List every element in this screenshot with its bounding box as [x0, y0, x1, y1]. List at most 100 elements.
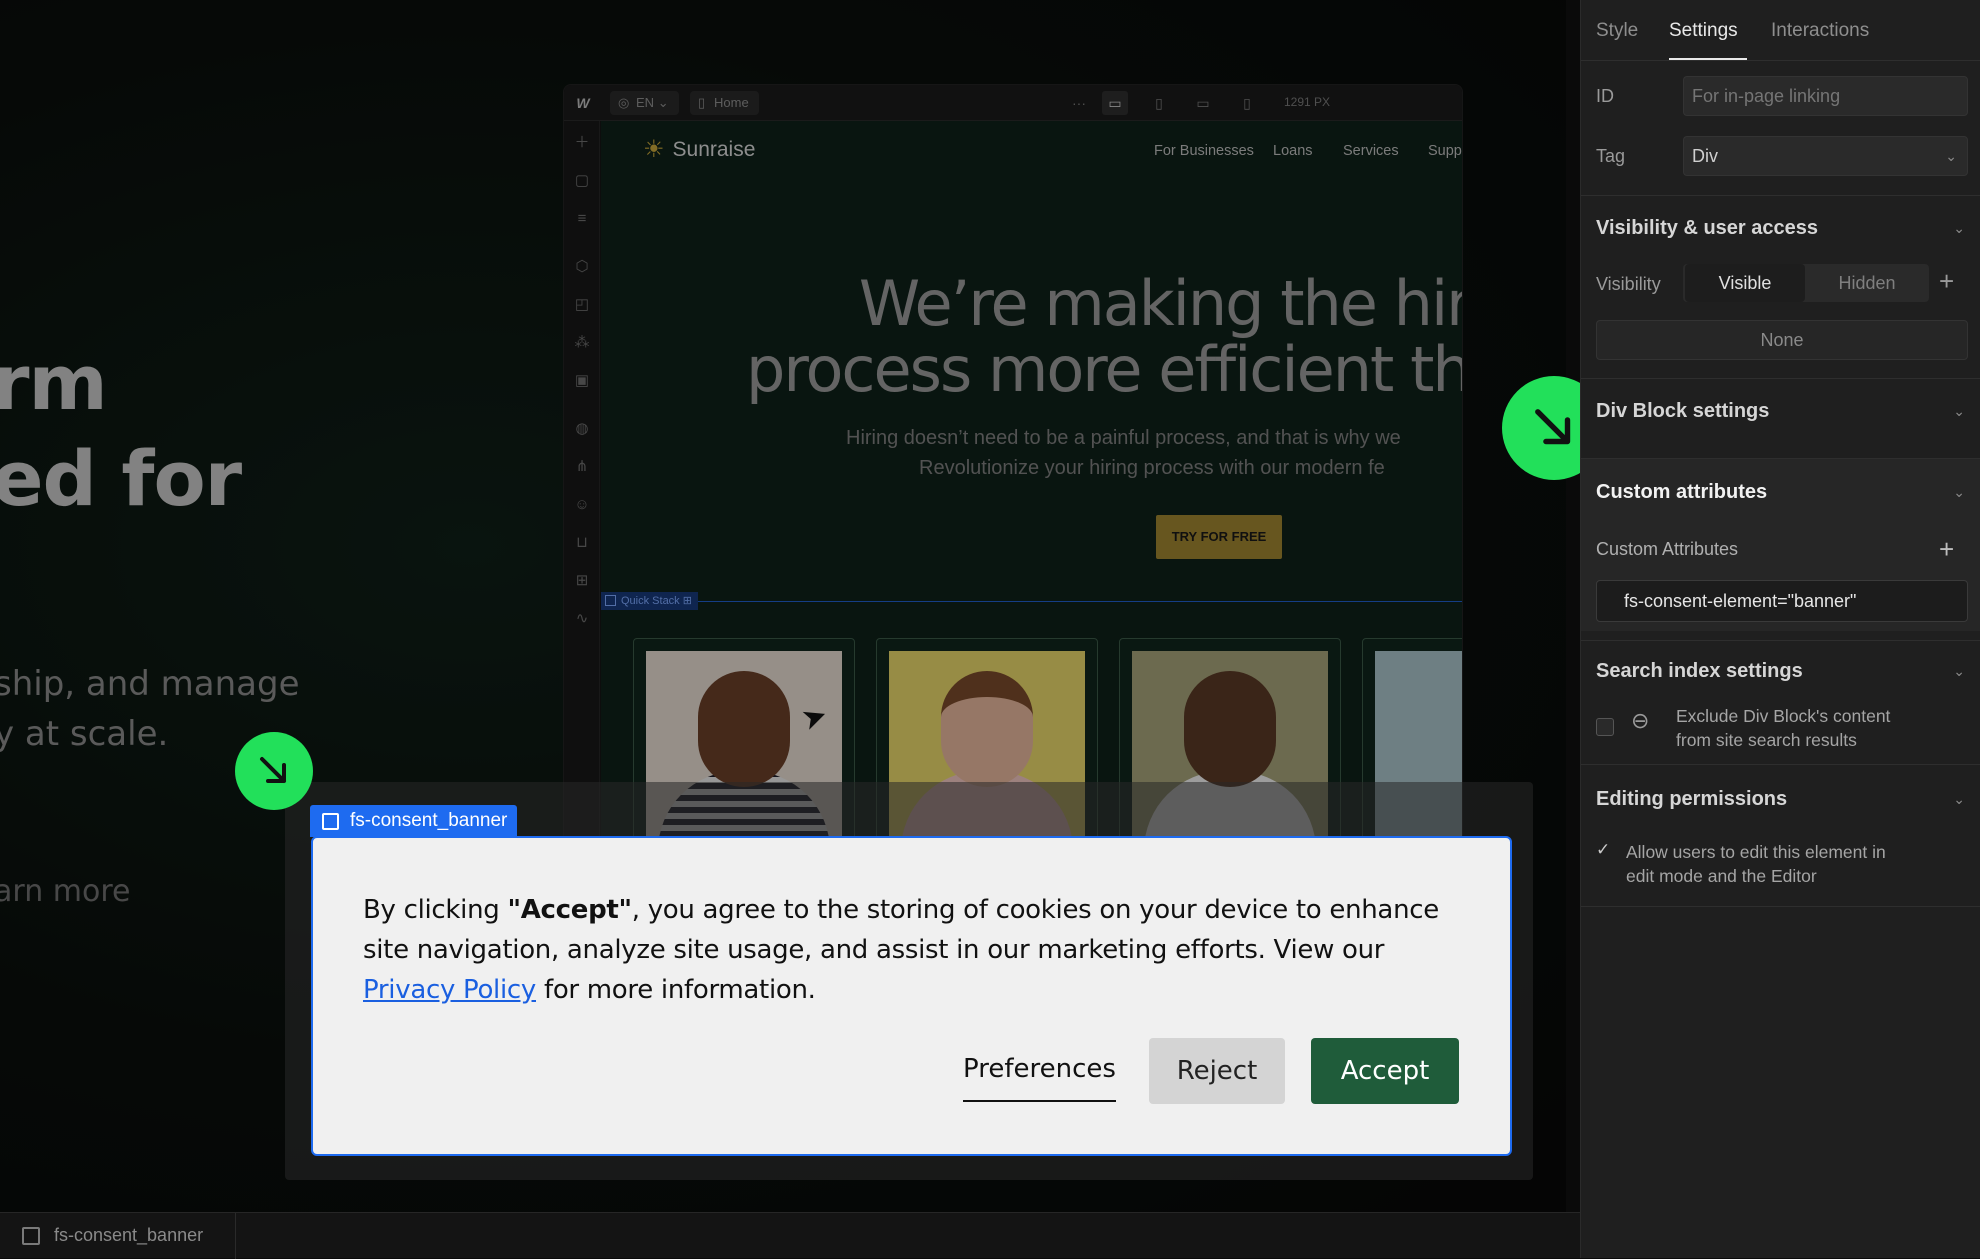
tag-select[interactable]: Div ⌄ — [1683, 136, 1968, 176]
chevron-down-icon: ⌄ — [657, 95, 669, 110]
search-exclude-line2: from site search results — [1676, 730, 1857, 750]
id-input[interactable] — [1683, 76, 1968, 116]
globe-icon: ◎ — [618, 95, 630, 110]
site-logo: ☀ Sunraise — [643, 135, 755, 164]
add-element-icon[interactable]: ＋ — [570, 131, 594, 155]
page-selector[interactable]: ▯ Home — [690, 91, 759, 115]
mobile-portrait-breakpoint-icon[interactable]: ▯ — [1234, 91, 1260, 115]
allow-edit-checkbox-checked[interactable]: ✓ — [1596, 840, 1610, 860]
webflow-logo-icon[interactable]: W — [570, 91, 596, 115]
background-paragraph-line2: y at scale. — [0, 714, 169, 754]
sun-logo-icon: ☀ — [643, 136, 665, 163]
divider — [1581, 906, 1980, 907]
custom-attribute-row[interactable]: fs-consent-element="banner" — [1596, 580, 1968, 622]
add-visibility-condition-icon[interactable]: + — [1939, 266, 1954, 296]
preferences-button[interactable]: Preferences — [963, 1036, 1116, 1102]
assets-icon[interactable]: ▣ — [570, 369, 594, 393]
page-icon: ▯ — [698, 95, 706, 110]
divider — [1581, 195, 1980, 196]
page-label: Home — [714, 95, 749, 110]
designer-topbar: W ◎ EN ⌄ ▯ Home ··· ▭ ▯ ▭ ▯ 1291 PX — [564, 85, 1462, 121]
locale-selector[interactable]: ◎ EN ⌄ — [610, 91, 679, 115]
designer-left-rail: ＋ ▢ ≡ ⬡ ◰ ⁂ ▣ ◍ ⋔ ☺ ⊔ ⊞ ∿ — [564, 121, 600, 843]
add-attribute-icon[interactable]: + — [1939, 534, 1954, 564]
settings-panel: Style Settings Interactions ID Tag Div ⌄… — [1580, 0, 1980, 1258]
cms-icon[interactable]: ◍ — [570, 417, 594, 441]
designer-canvas[interactable]: ☀ Sunraise For Businesses Loans Services… — [601, 121, 1463, 843]
chevron-down-icon[interactable]: ⌄ — [1953, 403, 1965, 420]
components-icon[interactable]: ⬡ — [570, 255, 594, 279]
tablet-breakpoint-icon[interactable]: ▯ — [1146, 91, 1172, 115]
custom-attributes-section-title[interactable]: Custom attributes — [1596, 481, 1767, 504]
accept-button[interactable]: Accept — [1311, 1038, 1459, 1104]
arrow-down-right-icon — [1535, 409, 1571, 445]
designer-window: W ◎ EN ⌄ ▯ Home ··· ▭ ▯ ▭ ▯ 1291 PX ＋ ▢ … — [563, 84, 1463, 844]
chevron-down-icon[interactable]: ⌄ — [1953, 220, 1965, 237]
ecommerce-icon[interactable]: ⊔ — [570, 531, 594, 555]
custom-attributes-label: Custom Attributes — [1596, 539, 1739, 559]
privacy-policy-link[interactable]: Privacy Policy — [363, 975, 536, 1005]
visibility-visible-option[interactable]: Visible — [1685, 264, 1805, 302]
site-hero-subtext-line1: Hiring doesn’t need to be a painful proc… — [846, 427, 1401, 449]
editing-permissions-section-title[interactable]: Editing permissions — [1596, 788, 1787, 811]
divider — [1581, 60, 1980, 61]
breadcrumb: fs-consent_banner — [0, 1212, 1580, 1259]
tag-select-value: Div — [1692, 146, 1718, 166]
consent-text-part1: By clicking — [363, 895, 508, 925]
breadcrumb-item[interactable]: fs-consent_banner — [0, 1213, 236, 1259]
tab-style[interactable]: Style — [1596, 20, 1638, 42]
allow-edit-line1: Allow users to edit this element in — [1626, 842, 1886, 862]
tab-settings[interactable]: Settings — [1669, 20, 1738, 42]
more-options-icon[interactable]: ··· — [1066, 91, 1092, 115]
site-hero-headline-line1: We’re making the hir — [858, 267, 1463, 340]
divider — [1581, 640, 1980, 641]
arrow-down-right-badge — [235, 732, 313, 810]
breadcrumb-item-label: fs-consent_banner — [54, 1225, 204, 1245]
site-hero-headline-line2: process more efficient th — [746, 333, 1463, 406]
chevron-down-icon[interactable]: ⌄ — [1953, 791, 1965, 808]
desktop-breakpoint-icon[interactable]: ▭ — [1102, 91, 1128, 115]
apps-icon[interactable]: ⊞ — [570, 569, 594, 593]
quick-stack-label: Quick Stack — [621, 595, 680, 607]
background-learn-more-link: arn more — [0, 874, 131, 909]
cookie-consent-banner[interactable]: By clicking "Accept", you agree to the s… — [311, 836, 1512, 1156]
tab-interactions[interactable]: Interactions — [1771, 20, 1869, 42]
chevron-down-icon[interactable]: ⌄ — [1953, 484, 1965, 501]
divider — [1581, 378, 1980, 379]
search-exclude-line1: Exclude Div Block's content — [1676, 706, 1891, 726]
chevron-down-icon[interactable]: ⌄ — [1953, 663, 1965, 680]
consent-message: By clicking "Accept", you agree to the s… — [363, 890, 1463, 1010]
search-index-section-title[interactable]: Search index settings — [1596, 660, 1803, 683]
allow-edit-text: Allow users to edit this element in edit… — [1626, 840, 1886, 888]
divider — [1581, 764, 1980, 765]
site-nav-support[interactable]: Supp — [1428, 143, 1462, 159]
div-block-section-title[interactable]: Div Block settings — [1596, 400, 1769, 423]
background-paragraph-line1: ship, and manage — [0, 664, 300, 704]
background-headline-line2: ed for — [0, 434, 242, 523]
exclude-from-search-checkbox[interactable] — [1596, 718, 1614, 736]
navigator-icon[interactable]: ≡ — [570, 207, 594, 231]
visibility-section-title[interactable]: Visibility & user access — [1596, 217, 1818, 240]
variables-icon[interactable]: ⁂ — [570, 331, 594, 355]
quick-stack-tag: Quick Stack ⊞ — [601, 592, 698, 610]
site-nav-for-businesses[interactable]: For Businesses — [1154, 143, 1254, 159]
canvas-width-label: 1291 PX — [1284, 95, 1331, 109]
mobile-landscape-breakpoint-icon[interactable]: ▭ — [1190, 91, 1216, 115]
libraries-icon[interactable]: ◰ — [570, 293, 594, 317]
site-try-for-free-button[interactable]: TRY FOR FREE — [1156, 515, 1282, 559]
element-box-icon — [322, 813, 339, 830]
site-nav-services[interactable]: Services — [1343, 143, 1399, 159]
pages-icon[interactable]: ▢ — [570, 169, 594, 193]
id-label: ID — [1596, 86, 1614, 106]
element-box-icon — [605, 595, 616, 606]
audit-icon[interactable]: ∿ — [570, 607, 594, 631]
visibility-none-option[interactable]: None — [1596, 320, 1968, 360]
consent-text-bold: "Accept" — [507, 895, 632, 925]
logic-icon[interactable]: ⋔ — [570, 455, 594, 479]
reject-button[interactable]: Reject — [1149, 1038, 1285, 1104]
visibility-hidden-option[interactable]: Hidden — [1807, 264, 1927, 302]
site-nav-loans[interactable]: Loans — [1273, 143, 1313, 159]
users-icon[interactable]: ☺ — [570, 493, 594, 517]
selected-element-tag[interactable]: fs-consent_banner — [310, 805, 518, 837]
consent-text-part3: for more information. — [536, 975, 816, 1005]
